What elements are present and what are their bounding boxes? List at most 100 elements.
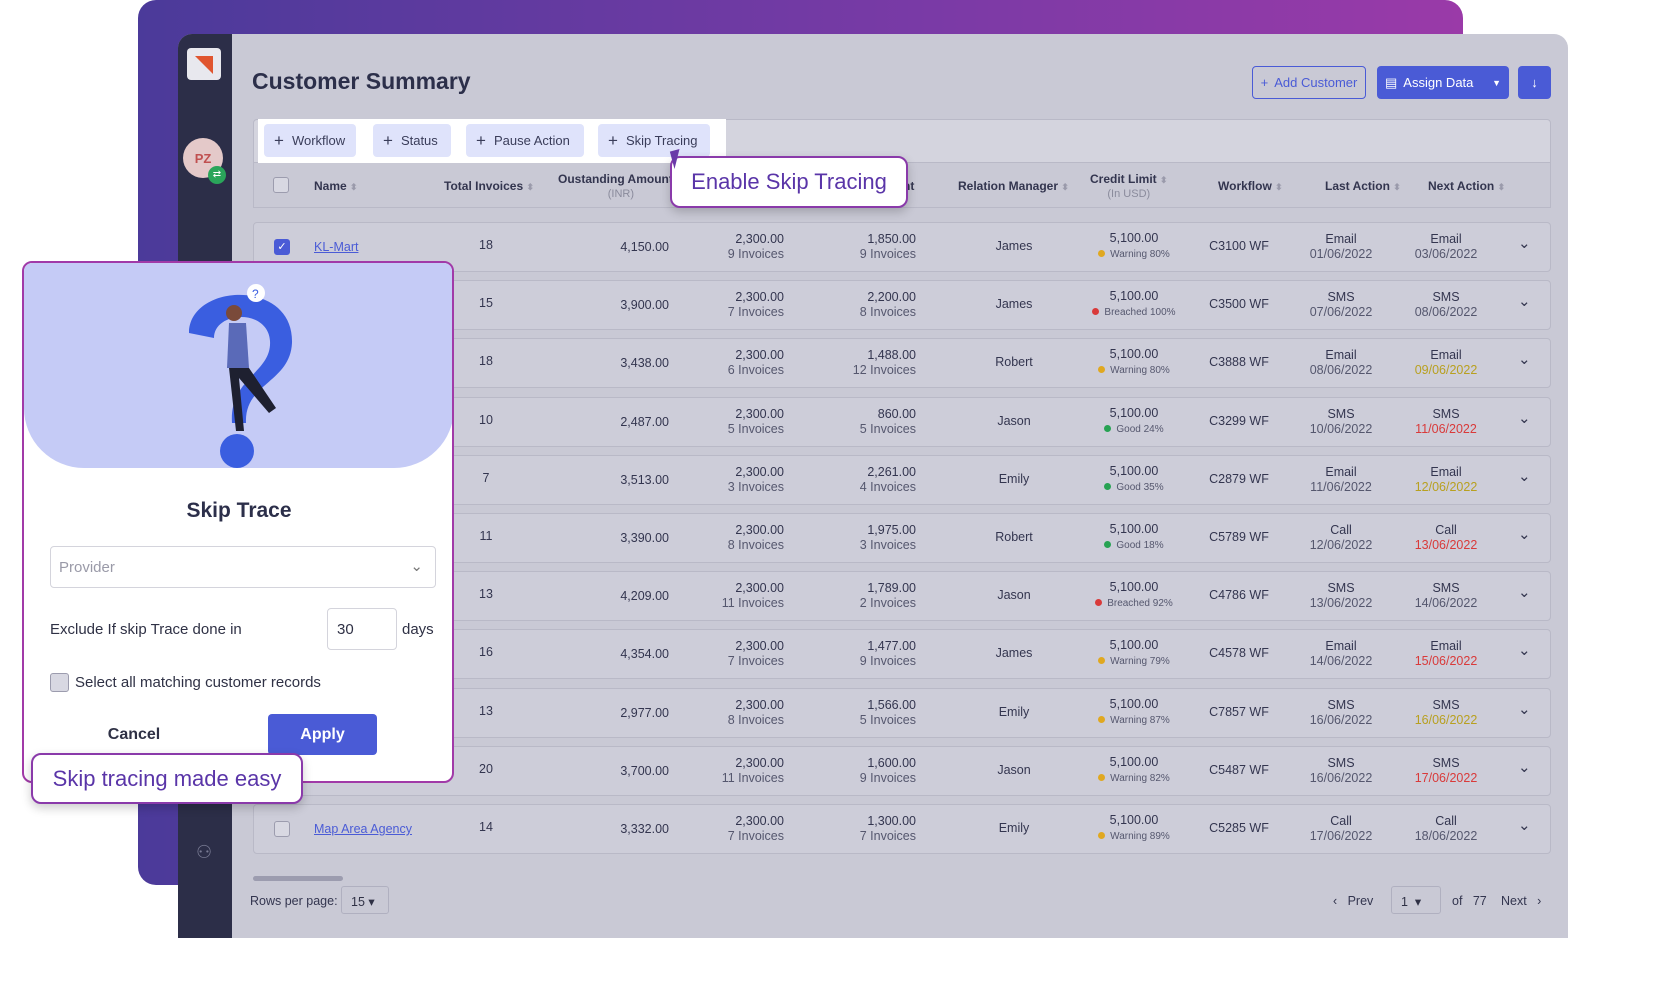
invoice-count: 7 Invoices bbox=[727, 654, 784, 669]
add-customer-label: Add Customer bbox=[1274, 75, 1358, 90]
credit-status: Good 35% bbox=[1116, 481, 1164, 493]
sort-icon: ⬍ bbox=[1497, 182, 1506, 192]
last-action: SMS 07/06/2022 bbox=[1294, 290, 1388, 320]
column-header-next-action[interactable]: Next Action ⬍ bbox=[1428, 179, 1505, 194]
provider-select[interactable]: Provider ⌄ bbox=[50, 546, 436, 588]
outstanding-amount: 3,390.00 bbox=[620, 531, 669, 545]
row-checkbox[interactable]: ✓ bbox=[274, 239, 290, 255]
plus-icon: + bbox=[608, 130, 618, 150]
cancel-button[interactable]: Cancel bbox=[84, 715, 184, 755]
header-label: Relation Manager bbox=[958, 179, 1059, 193]
toolbar-skip-tracing-button[interactable]: + Skip Tracing bbox=[598, 124, 710, 157]
next-action-date: 15/06/2022 bbox=[1414, 654, 1478, 669]
row-checkbox[interactable] bbox=[274, 821, 290, 837]
chevron-down-icon[interactable]: ▼ bbox=[1492, 78, 1501, 88]
credit-amount: 5,100.00 bbox=[1109, 580, 1159, 595]
user-icon[interactable]: ⚇ bbox=[196, 842, 212, 863]
amount-col4: 2,300.00 3 Invoices bbox=[674, 465, 784, 495]
credit-status: Breached 92% bbox=[1107, 598, 1173, 610]
column-header-total-invoices[interactable]: Total Invoices ⬍ bbox=[444, 179, 534, 194]
last-action-date: 16/06/2022 bbox=[1309, 770, 1373, 785]
customer-name-link[interactable]: Map Area Agency bbox=[314, 822, 412, 837]
outstanding-amount: 3,438.00 bbox=[620, 356, 669, 371]
total-invoices: 18 bbox=[479, 354, 493, 369]
rows-per-page-select[interactable]: 15 ▾ bbox=[341, 886, 389, 914]
table-row[interactable]: Map Area Agency 14 3,332.00 2,300.00 7 In… bbox=[253, 804, 1551, 854]
last-action: Email 14/06/2022 bbox=[1294, 639, 1388, 669]
expand-chevron-icon[interactable]: ⌄ bbox=[1518, 760, 1531, 775]
expand-chevron-icon[interactable]: ⌄ bbox=[1518, 643, 1531, 658]
amount-col4: 2,300.00 11 Invoices bbox=[674, 581, 784, 611]
credit-amount: 5,100.00 bbox=[1109, 754, 1159, 769]
sort-icon: ⬍ bbox=[350, 182, 358, 192]
expand-chevron-icon[interactable]: ⌄ bbox=[1518, 818, 1531, 833]
amount: 1,789.00 bbox=[867, 581, 916, 596]
column-header-name[interactable]: Name ⬍ bbox=[314, 179, 358, 194]
toolbar-pause-action-button[interactable]: + Pause Action bbox=[466, 124, 584, 157]
next-button[interactable]: Next › bbox=[1501, 894, 1541, 909]
header-label: Total Invoices bbox=[444, 179, 524, 193]
last-action: SMS 13/06/2022 bbox=[1294, 581, 1388, 611]
expand-chevron-icon[interactable]: ⌄ bbox=[1518, 702, 1531, 717]
add-customer-button[interactable]: + Add Customer bbox=[1252, 66, 1366, 99]
credit-amount: 5,100.00 bbox=[1109, 813, 1159, 827]
amount: 2,300.00 bbox=[735, 755, 784, 770]
download-icon: ↓ bbox=[1531, 75, 1538, 90]
credit-status: Warning 87% bbox=[1110, 714, 1170, 726]
column-header-relation-manager[interactable]: Relation Manager ⬍ bbox=[958, 179, 1069, 194]
callout-skip-tracing-made-easy: Skip tracing made easy bbox=[31, 753, 303, 804]
total-invoices: 10 bbox=[479, 412, 493, 427]
header-label: Name bbox=[314, 179, 347, 193]
expand-chevron-icon[interactable]: ⌄ bbox=[1518, 411, 1531, 426]
expand-chevron-icon[interactable]: ⌄ bbox=[1518, 294, 1531, 309]
select-all-rows-checkbox[interactable] bbox=[273, 177, 289, 193]
amount: 2,300.00 bbox=[735, 464, 784, 479]
workflow: C2879 WF bbox=[1209, 471, 1269, 486]
next-label: Next bbox=[1501, 894, 1527, 908]
expand-chevron-icon[interactable]: ⌄ bbox=[1518, 585, 1531, 600]
select-all-checkbox[interactable] bbox=[50, 673, 69, 692]
column-header-workflow[interactable]: Workflow ⬍ bbox=[1218, 179, 1283, 194]
amount-col5: 1,300.00 7 Invoices bbox=[804, 814, 916, 844]
last-action-date: 12/06/2022 bbox=[1309, 538, 1373, 552]
expand-chevron-icon[interactable]: ⌄ bbox=[1518, 469, 1531, 484]
invoice-count: 2 Invoices bbox=[859, 596, 916, 611]
toolbar-workflow-button[interactable]: + Workflow bbox=[264, 124, 356, 157]
horizontal-scrollbar[interactable] bbox=[253, 876, 343, 881]
invoice-count: 3 Invoices bbox=[727, 479, 784, 494]
customer-name-link[interactable]: KL-Mart bbox=[314, 240, 358, 255]
amount: 2,300.00 bbox=[735, 348, 784, 363]
next-action: SMS 16/06/2022 bbox=[1399, 698, 1493, 728]
credit-status: Good 18% bbox=[1116, 540, 1164, 551]
credit-amount: 5,100.00 bbox=[1109, 696, 1159, 711]
apply-button[interactable]: Apply bbox=[268, 714, 377, 755]
expand-chevron-icon[interactable]: ⌄ bbox=[1518, 236, 1531, 251]
column-header-outstanding[interactable]: Oustanding Amount ⬍(INR) bbox=[558, 172, 684, 201]
workflow: C3500 WF bbox=[1209, 297, 1269, 312]
days-input[interactable]: 30 bbox=[327, 608, 397, 650]
invoice-count: 9 Invoices bbox=[859, 247, 916, 261]
column-header-last-action[interactable]: Last Action ⬍ bbox=[1325, 179, 1401, 194]
amount: 2,300.00 bbox=[735, 290, 784, 305]
credit-status-dot-icon bbox=[1098, 657, 1106, 665]
next-action-type: Call bbox=[1435, 814, 1457, 828]
column-header-credit-limit[interactable]: Credit Limit ⬍ (In USD) bbox=[1090, 172, 1168, 201]
page-select[interactable]: 1 ▾ bbox=[1391, 886, 1441, 914]
assign-data-button[interactable]: ▤ Assign Data ▼ bbox=[1377, 66, 1509, 99]
logo[interactable] bbox=[187, 48, 221, 80]
download-button[interactable]: ↓ bbox=[1518, 66, 1551, 99]
page-total: 77 bbox=[1472, 894, 1487, 908]
prev-button[interactable]: ‹ Prev bbox=[1333, 894, 1373, 909]
header-unit: (INR) bbox=[607, 188, 635, 200]
last-action-date: 17/06/2022 bbox=[1309, 829, 1373, 843]
amount: 2,300.00 bbox=[735, 406, 784, 421]
amount-col5: 1,477.00 9 Invoices bbox=[804, 639, 916, 669]
credit-status: Good 24% bbox=[1116, 423, 1164, 435]
next-action: SMS 17/06/2022 bbox=[1399, 756, 1493, 786]
expand-chevron-icon[interactable]: ⌄ bbox=[1518, 352, 1531, 367]
next-action: SMS 11/06/2022 bbox=[1399, 407, 1493, 437]
last-action-date: 14/06/2022 bbox=[1309, 654, 1373, 669]
expand-chevron-icon[interactable]: ⌄ bbox=[1518, 527, 1531, 542]
toolbar-status-button[interactable]: + Status bbox=[373, 124, 451, 157]
credit-amount: 5,100.00 bbox=[1109, 463, 1159, 478]
